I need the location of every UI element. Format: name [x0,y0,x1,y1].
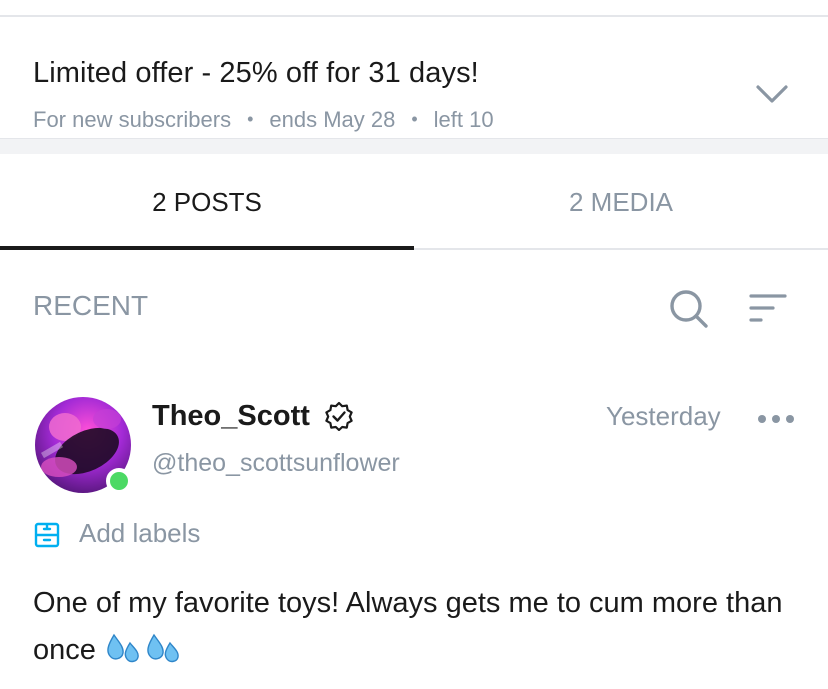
online-status-dot [106,468,132,494]
offer-details: For new subscribers • ends May 28 • left 10 [33,107,494,133]
more-dots-icon[interactable] [756,406,796,432]
separator-dot: • [411,109,418,129]
search-icon[interactable] [666,286,710,330]
section-divider [0,138,828,154]
tab-posts[interactable]: 2 POSTS [0,154,414,250]
sweat-droplets-icon [107,633,179,663]
offer-audience: For new subscribers [33,107,232,132]
verified-badge-icon [325,401,353,431]
separator-dot: • [247,109,254,129]
post-timestamp: Yesterday [606,401,721,431]
label-icon [34,522,60,548]
active-tab-indicator [0,246,414,250]
author-handle[interactable]: @theo_scottsunflower [152,449,400,478]
offer-ends: ends May 28 [269,107,396,132]
promo-offer-banner[interactable]: Limited offer - 25% off for 31 days! For… [0,17,828,138]
chevron-down-icon[interactable] [754,81,790,107]
content-tabs: 2 POSTS 2 MEDIA [0,154,828,250]
feed-section-label: RECENT [33,290,149,321]
offer-remaining: left 10 [433,107,494,132]
post-body: One of my favorite toys! Always gets me … [33,580,813,674]
author-name[interactable]: Theo_Scott [152,400,310,433]
offer-title: Limited offer - 25% off for 31 days! [33,57,479,89]
sort-icon[interactable] [748,290,788,326]
tab-media[interactable]: 2 MEDIA [414,154,828,250]
add-labels-label: Add labels [79,518,201,548]
